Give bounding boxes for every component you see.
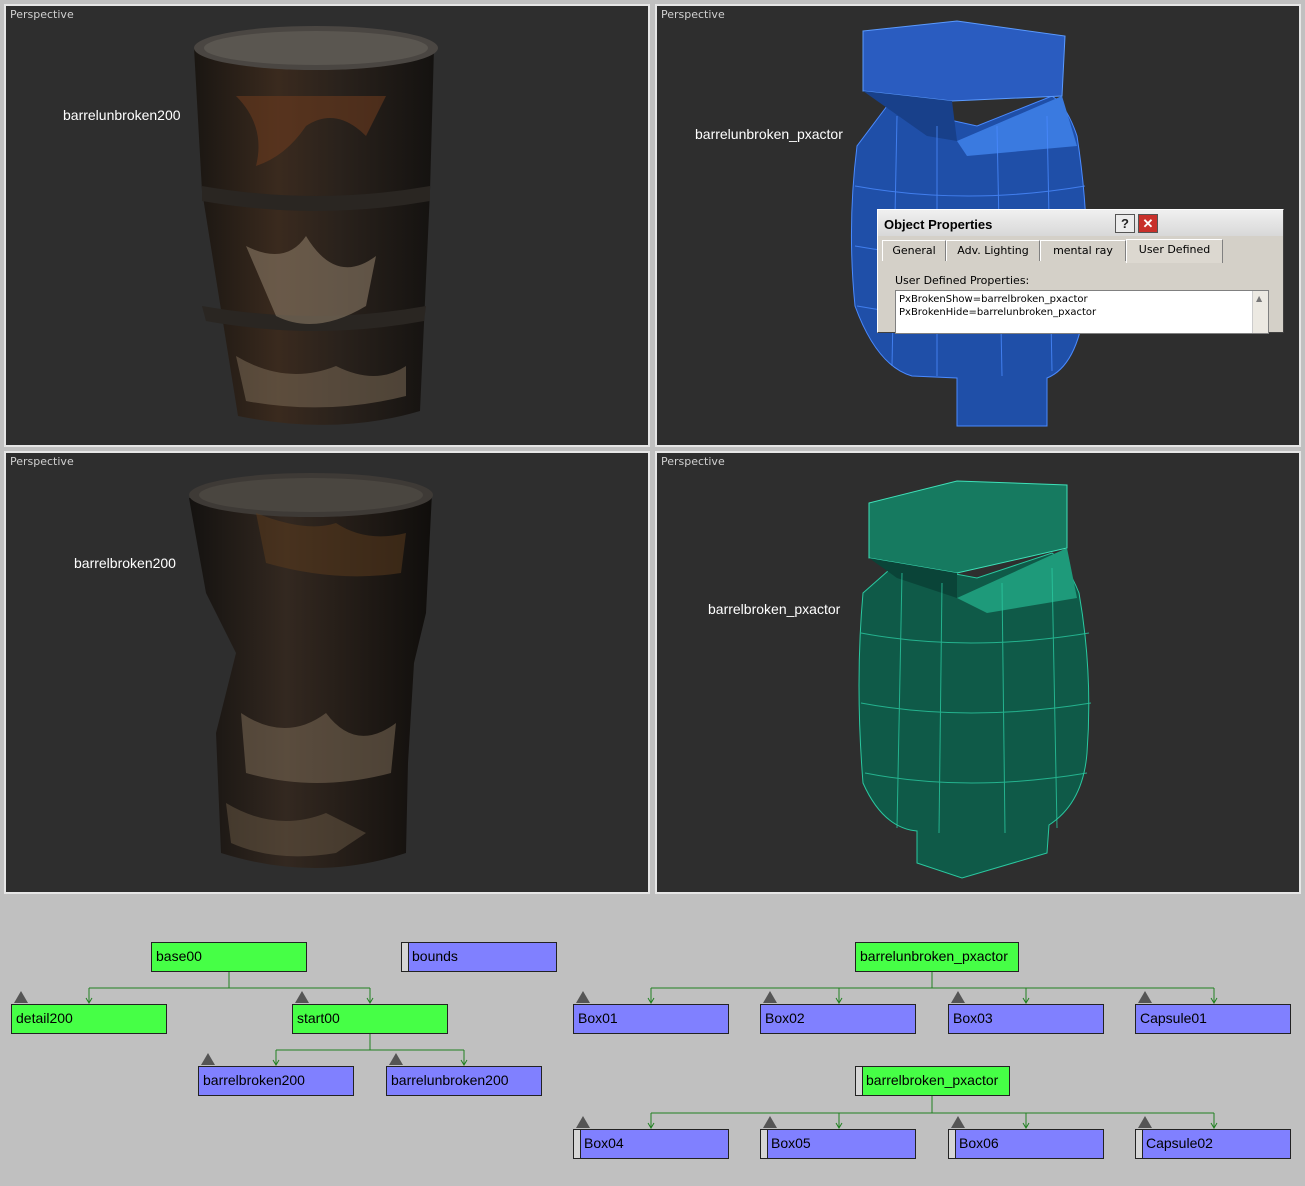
node-bar bbox=[1136, 1130, 1143, 1158]
expand-triangle-icon[interactable] bbox=[1138, 1116, 1152, 1128]
node-barrelunbroken-pxactor[interactable]: barrelunbroken_pxactor bbox=[855, 942, 1019, 972]
expand-triangle-icon[interactable] bbox=[576, 991, 590, 1003]
expand-triangle-icon[interactable] bbox=[389, 1053, 403, 1065]
node-bar bbox=[949, 1130, 956, 1158]
expand-triangle-icon[interactable] bbox=[295, 991, 309, 1003]
expand-triangle-icon[interactable] bbox=[951, 991, 965, 1003]
expand-triangle-icon[interactable] bbox=[763, 991, 777, 1003]
node-detail200[interactable]: detail200 bbox=[11, 1004, 167, 1034]
node-box04[interactable]: Box04 bbox=[573, 1129, 729, 1159]
node-label: bounds bbox=[412, 948, 458, 964]
node-box06[interactable]: Box06 bbox=[948, 1129, 1104, 1159]
node-box05[interactable]: Box05 bbox=[760, 1129, 916, 1159]
node-bar bbox=[574, 1130, 581, 1158]
expand-triangle-icon[interactable] bbox=[951, 1116, 965, 1128]
node-label: barrelbroken_pxactor bbox=[866, 1072, 999, 1088]
node-box01[interactable]: Box01 bbox=[573, 1004, 729, 1034]
node-barrelbroken200[interactable]: barrelbroken200 bbox=[198, 1066, 354, 1096]
node-bar bbox=[761, 1130, 768, 1158]
node-box03[interactable]: Box03 bbox=[948, 1004, 1104, 1034]
node-bar bbox=[856, 1067, 863, 1095]
expand-triangle-icon[interactable] bbox=[14, 991, 28, 1003]
node-base00[interactable]: base00 bbox=[151, 942, 307, 972]
expand-triangle-icon[interactable] bbox=[576, 1116, 590, 1128]
node-start00[interactable]: start00 bbox=[292, 1004, 448, 1034]
node-barrelbroken-pxactor[interactable]: barrelbroken_pxactor bbox=[855, 1066, 1010, 1096]
node-label: Box04 bbox=[584, 1135, 624, 1151]
node-bounds[interactable]: bounds bbox=[401, 942, 557, 972]
node-label: Box05 bbox=[771, 1135, 811, 1151]
node-bar bbox=[402, 943, 409, 971]
node-capsule02[interactable]: Capsule02 bbox=[1135, 1129, 1291, 1159]
node-capsule01[interactable]: Capsule01 bbox=[1135, 1004, 1291, 1034]
node-label: Box06 bbox=[959, 1135, 999, 1151]
expand-triangle-icon[interactable] bbox=[763, 1116, 777, 1128]
node-barrelunbroken200[interactable]: barrelunbroken200 bbox=[386, 1066, 542, 1096]
expand-triangle-icon[interactable] bbox=[1138, 991, 1152, 1003]
expand-triangle-icon[interactable] bbox=[201, 1053, 215, 1065]
node-label: Capsule02 bbox=[1146, 1135, 1213, 1151]
node-box02[interactable]: Box02 bbox=[760, 1004, 916, 1034]
